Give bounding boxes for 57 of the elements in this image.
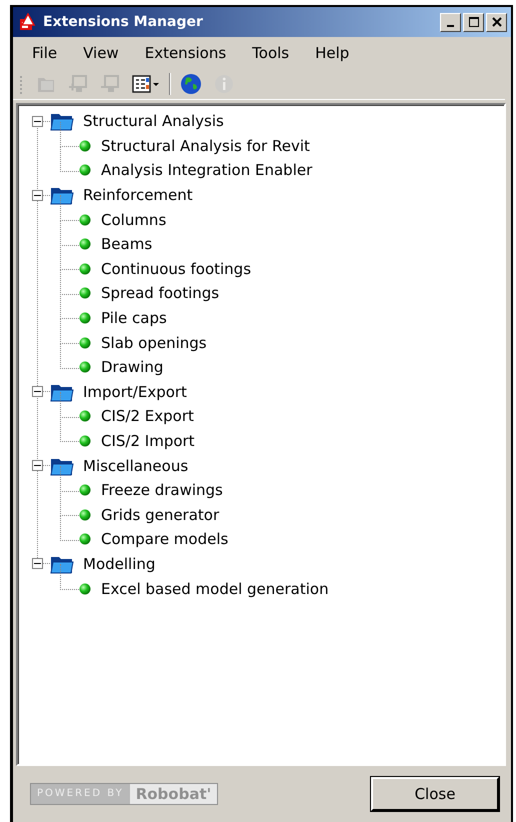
tree-item[interactable]: Columns — [101, 210, 166, 229]
tree-item[interactable]: Grids generator — [101, 506, 220, 524]
status-dot-icon — [79, 214, 91, 226]
status-dot-icon — [79, 164, 91, 176]
menu-item[interactable]: File — [21, 44, 68, 62]
tree-item[interactable]: CIS/2 Import — [101, 432, 195, 450]
tree-item[interactable]: Modelling — [83, 554, 156, 573]
tree-item[interactable]: Import/Export — [83, 382, 187, 401]
grip-icon[interactable] — [19, 73, 23, 95]
tree-item[interactable]: Excel based model generation — [101, 580, 329, 598]
close-button[interactable]: Close — [371, 777, 499, 811]
status-dot-icon — [79, 287, 91, 300]
minimize-button[interactable] — [440, 12, 461, 32]
tree-item[interactable]: Compare models — [101, 530, 228, 548]
collapse-icon[interactable] — [32, 460, 43, 472]
status-dot-icon — [79, 238, 91, 250]
status-dot-icon — [79, 312, 91, 324]
window-title: Extensions Manager — [43, 14, 204, 30]
collapse-icon[interactable] — [32, 116, 43, 127]
maximize-button[interactable] — [463, 12, 484, 32]
tree-item[interactable]: Beams — [101, 235, 152, 254]
status-dot-icon — [79, 533, 91, 546]
status-dot-icon — [79, 435, 91, 448]
tree-item[interactable]: Structural Analysis for Revit — [101, 136, 310, 155]
tree-item[interactable]: Analysis Integration Enabler — [101, 161, 312, 180]
folder-icon — [50, 185, 74, 206]
status-dot-icon — [79, 140, 91, 152]
tree-item[interactable]: Drawing — [101, 358, 164, 376]
maximize-icon — [468, 16, 480, 28]
menu-item[interactable]: Tools — [241, 44, 300, 62]
tree-item[interactable]: CIS/2 Export — [101, 407, 194, 426]
menu-item[interactable]: Extensions — [134, 44, 238, 62]
collapse-icon[interactable] — [32, 190, 43, 201]
status-dot-icon — [79, 508, 91, 521]
tree-item[interactable]: Spread footings — [101, 284, 220, 302]
tree-item[interactable]: Miscellaneous — [83, 456, 188, 475]
tree-item[interactable]: Reinforcement — [83, 186, 193, 204]
folder-icon — [50, 111, 74, 132]
tree-item[interactable]: Structural Analysis — [83, 112, 224, 130]
minimize-icon — [447, 25, 454, 27]
status-dot-icon — [79, 582, 91, 595]
status-dot-icon — [79, 484, 91, 496]
status-dot-icon — [79, 262, 91, 275]
close-icon[interactable] — [486, 12, 507, 32]
tree-item[interactable]: Freeze drawings — [101, 481, 223, 500]
caret-icon[interactable] — [153, 83, 159, 86]
tree-item[interactable]: Slab openings — [101, 334, 207, 352]
collapse-icon[interactable] — [32, 558, 43, 570]
tree-item[interactable]: Continuous footings — [101, 260, 252, 278]
tree-item[interactable]: Pile caps — [101, 309, 167, 328]
status-dot-icon — [79, 336, 91, 349]
menu-item[interactable]: Help — [304, 44, 360, 62]
collapse-icon[interactable] — [32, 386, 43, 398]
status-dot-icon — [79, 410, 91, 422]
brand-name: Robobat' — [134, 785, 212, 803]
status-dot-icon — [79, 361, 91, 374]
menu-item[interactable]: View — [72, 44, 130, 62]
